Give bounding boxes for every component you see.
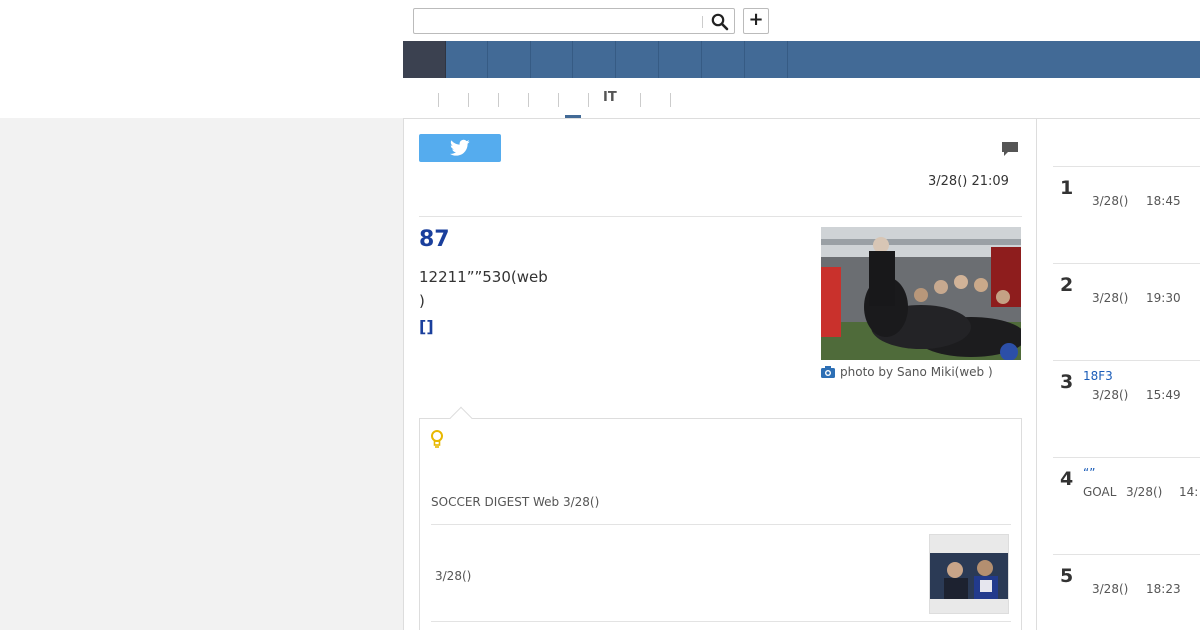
search-separator — [702, 16, 703, 28]
divider — [431, 524, 1011, 525]
nav-item-2[interactable] — [488, 41, 531, 78]
add-button[interactable]: + — [743, 8, 769, 34]
rank-date: 3/28() — [1092, 388, 1129, 402]
nav-item-home[interactable] — [403, 41, 446, 78]
article-body-line: 12211””530(web — [419, 268, 548, 286]
main-nav — [403, 41, 1200, 78]
article-column: 3/28() 21:09 87 12211””530(web ) [] phot… — [403, 118, 1037, 630]
rank-time: 18:23 — [1146, 582, 1181, 596]
divider — [431, 621, 1011, 622]
nav-item-7[interactable] — [702, 41, 745, 78]
rank-title-link[interactable]: “” — [1083, 466, 1095, 480]
nav-item-8[interactable] — [745, 41, 788, 78]
category-separator — [438, 93, 439, 107]
article-source: SOCCER DIGEST Web 3/28() — [431, 495, 600, 509]
search-input[interactable] — [418, 11, 698, 31]
rank-time: 19:30 — [1146, 291, 1181, 305]
rank-number: 1 — [1060, 177, 1074, 199]
nav-item-5[interactable] — [616, 41, 659, 78]
rank-source: GOAL — [1083, 485, 1117, 499]
rank-time: 14: — [1179, 485, 1199, 499]
divider — [1053, 360, 1200, 361]
article-photo[interactable] — [821, 227, 1021, 360]
rank-date: 3/28() — [1092, 194, 1129, 208]
rank-number: 3 — [1060, 371, 1074, 393]
tab-it[interactable]: IT — [603, 90, 617, 105]
twitter-bird-icon — [450, 139, 470, 156]
comment-icon[interactable] — [1001, 141, 1019, 161]
rank-date: 3/28() — [1092, 291, 1129, 305]
divider — [1053, 263, 1200, 264]
nav-item-6[interactable] — [659, 41, 702, 78]
camera-icon — [821, 366, 835, 382]
rank-number: 5 — [1060, 565, 1074, 587]
category-separator — [670, 93, 671, 107]
search-icon — [711, 13, 729, 31]
read-more-link[interactable]: [] — [419, 317, 434, 336]
related-item-thumbnail[interactable] — [929, 534, 1009, 614]
rank-date: 3/28() — [1092, 582, 1129, 596]
divider — [1053, 166, 1200, 167]
nav-item-1[interactable] — [446, 41, 488, 78]
article-body: 12211””530(web ) — [419, 265, 559, 313]
rank-time: 18:45 — [1146, 194, 1181, 208]
nav-item-4[interactable] — [573, 41, 616, 78]
photo-caption-text: photo by Sano Miki(web ) — [840, 365, 993, 379]
article-body-line: ) — [419, 292, 425, 310]
related-box-arrow — [449, 406, 473, 430]
category-separator — [640, 93, 641, 107]
category-separator — [588, 93, 589, 107]
photo-caption: photo by Sano Miki(web ) — [821, 365, 1021, 382]
rank-number: 4 — [1060, 468, 1074, 490]
category-separator — [558, 93, 559, 107]
tweet-button[interactable] — [419, 134, 501, 162]
ranking-column: 1 3/28() 18:45 2 3/28() 19:30 3 18F3 3/2… — [1037, 118, 1200, 630]
divider — [1053, 554, 1200, 555]
rank-time: 15:49 — [1146, 388, 1181, 402]
category-separator — [528, 93, 529, 107]
category-separator — [468, 93, 469, 107]
rank-date: 3/28() — [1126, 485, 1163, 499]
divider — [1053, 457, 1200, 458]
category-tabs: IT — [403, 80, 1200, 119]
category-separator — [498, 93, 499, 107]
related-item-date: 3/28() — [435, 569, 472, 583]
search-box[interactable] — [413, 8, 735, 34]
search-button[interactable] — [710, 12, 730, 32]
related-box: SOCCER DIGEST Web 3/28() 3/28() — [419, 406, 1022, 630]
rank-number: 2 — [1060, 274, 1074, 296]
article-headline[interactable]: 87 — [419, 227, 450, 252]
lightbulb-icon — [430, 429, 444, 453]
article-datetime: 3/28() 21:09 — [928, 174, 1009, 189]
nav-item-3[interactable] — [531, 41, 573, 78]
divider — [419, 216, 1022, 217]
rank-title-link[interactable]: 18F3 — [1083, 369, 1113, 383]
